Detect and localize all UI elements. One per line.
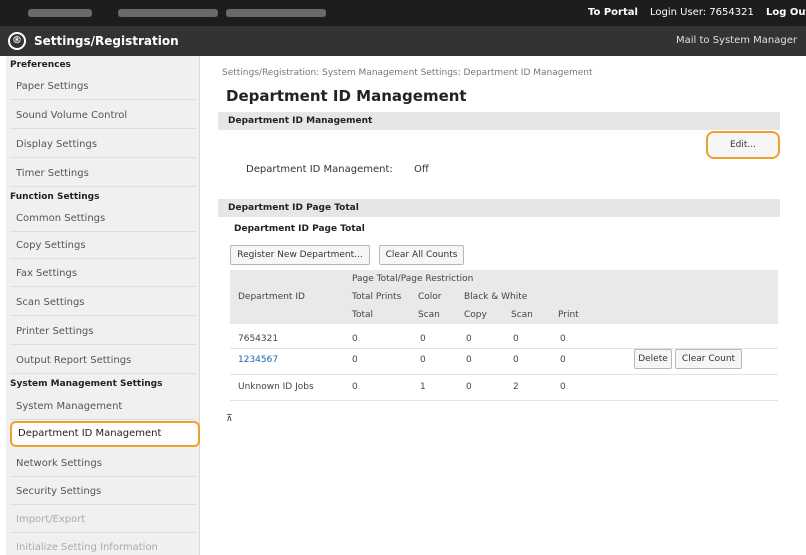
sidebar-heading-preferences: Preferences [10, 60, 71, 70]
row-divider [230, 400, 778, 401]
page-title: Department ID Management [226, 87, 467, 105]
department-id-management-value: Off [414, 164, 429, 175]
sidebar-heading-system-management-settings: System Management Settings [10, 379, 163, 389]
mail-to-system-manager-link[interactable]: Mail to System Manager [676, 35, 797, 46]
edit-button[interactable]: Edit... [706, 131, 780, 159]
column-header-color: Color [418, 292, 442, 302]
column-header-bw-scan: Scan [511, 310, 533, 320]
sidebar-heading-function-settings: Function Settings [10, 192, 100, 202]
breadcrumb: Settings/Registration: System Management… [222, 68, 593, 78]
department-id-management-label: Department ID Management: [246, 164, 393, 175]
blurred-device-info [226, 9, 326, 17]
table-cell-copy: 0 [466, 334, 472, 344]
table-cell-total: 0 [352, 334, 358, 344]
table-cell-copy: 0 [466, 355, 472, 365]
clear-all-counts-button[interactable]: Clear All Counts [379, 245, 464, 265]
sidebar-item-printer-settings[interactable]: Printer Settings [10, 319, 196, 345]
table-cell-print: 0 [560, 355, 566, 365]
sidebar-item-initialize-setting-information[interactable]: Initialize Setting Information [10, 535, 196, 555]
table-cell-print: 0 [560, 334, 566, 344]
sidebar-item-common-settings[interactable]: Common Settings [10, 206, 196, 232]
column-header-copy: Copy [464, 310, 487, 320]
logout-link[interactable]: Log Out [766, 7, 806, 18]
table-cell-department-id: Unknown ID Jobs [238, 382, 314, 392]
sidebar-item-output-report-settings[interactable]: Output Report Settings [10, 348, 196, 374]
table-cell-copy: 0 [466, 382, 472, 392]
app-title: Settings/Registration [34, 34, 179, 48]
sidebar-item-timer-settings[interactable]: Timer Settings [10, 161, 196, 187]
sidebar-item-fax-settings[interactable]: Fax Settings [10, 261, 196, 287]
register-new-department-button[interactable]: Register New Department... [230, 245, 370, 265]
table-cell-department-id-link[interactable]: 1234567 [238, 355, 278, 365]
delete-button[interactable]: Delete [634, 349, 672, 369]
sidebar-item-system-management[interactable]: System Management [10, 394, 196, 420]
section-header-department-id-management: Department ID Management [218, 112, 780, 130]
blurred-device-info [118, 9, 218, 17]
sidebar: Preferences Paper Settings Sound Volume … [6, 56, 200, 555]
sidebar-item-paper-settings[interactable]: Paper Settings [10, 74, 196, 100]
table-cell-total: 0 [352, 382, 358, 392]
table-cell-color-scan: 0 [420, 355, 426, 365]
sidebar-item-import-export[interactable]: Import/Export [10, 507, 196, 533]
row-divider [230, 374, 778, 375]
blurred-device-name [28, 9, 92, 17]
sidebar-item-security-settings[interactable]: Security Settings [10, 479, 196, 505]
table-cell-print: 0 [560, 382, 566, 392]
column-header-department-id: Department ID [238, 292, 305, 302]
scroll-to-top-icon[interactable]: ⊼ [226, 414, 233, 424]
login-user-label: Login User: 7654321 [650, 7, 754, 18]
column-header-color-scan: Scan [418, 310, 440, 320]
clear-count-button[interactable]: Clear Count [675, 349, 742, 369]
sidebar-item-department-id-management[interactable]: Department ID Management [10, 421, 200, 447]
sidebar-item-copy-settings[interactable]: Copy Settings [10, 233, 196, 259]
settings-logo-icon: ® [8, 32, 26, 50]
table-cell-bw-scan: 0 [513, 355, 519, 365]
subsection-title-page-total: Department ID Page Total [234, 224, 365, 234]
sidebar-item-display-settings[interactable]: Display Settings [10, 132, 196, 158]
column-header-total-prints: Total Prints [352, 292, 402, 302]
table-cell-department-id: 7654321 [238, 334, 279, 344]
table-cell-total: 0 [352, 355, 358, 365]
column-group-page-total: Page Total/Page Restriction [352, 274, 474, 284]
page-total-table: Department ID Page Total/Page Restrictio… [230, 270, 778, 404]
sidebar-item-network-settings[interactable]: Network Settings [10, 451, 196, 477]
table-cell-bw-scan: 2 [513, 382, 519, 392]
column-header-print: Print [558, 310, 579, 320]
sidebar-item-sound-volume-control[interactable]: Sound Volume Control [10, 103, 196, 129]
section-header-department-id-page-total: Department ID Page Total [218, 199, 780, 217]
column-header-total: Total [352, 310, 374, 320]
table-cell-color-scan: 1 [420, 382, 426, 392]
to-portal-link[interactable]: To Portal [588, 7, 638, 18]
top-bar: To Portal Login User: 7654321 Log Out [0, 0, 806, 26]
table-cell-color-scan: 0 [420, 334, 426, 344]
table-cell-bw-scan: 0 [513, 334, 519, 344]
column-header-black-white: Black & White [464, 292, 528, 302]
sidebar-item-scan-settings[interactable]: Scan Settings [10, 290, 196, 316]
header-bar: ® Settings/Registration Mail to System M… [0, 26, 806, 56]
